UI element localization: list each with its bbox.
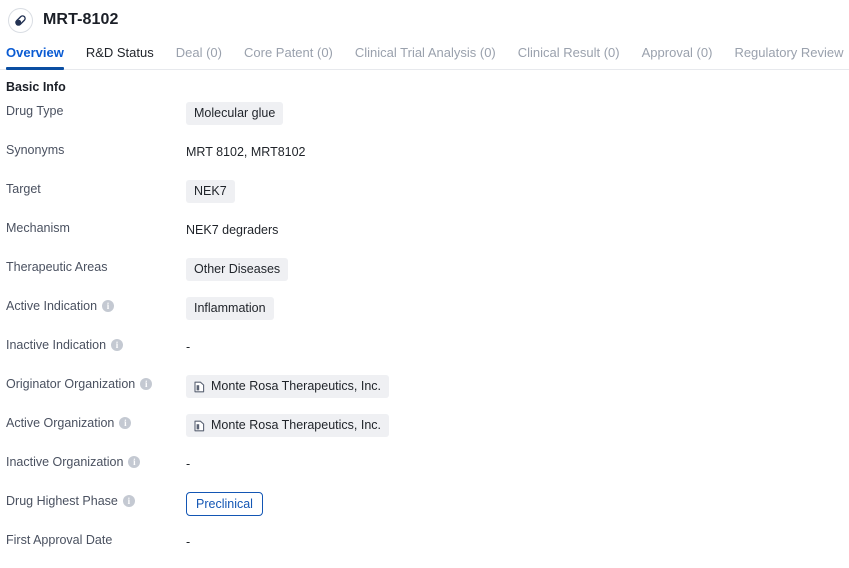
pill-capsule-icon (8, 7, 33, 33)
info-label: Drug Type (0, 100, 186, 119)
value-mechanism: NEK7 degraders (186, 222, 279, 237)
info-tooltip-icon[interactable]: i (122, 495, 135, 507)
info-label-text: Inactive Organization (6, 455, 124, 469)
tag-therapeutic-area[interactable]: Other Diseases (186, 258, 289, 281)
info-label-text: Active Organization (6, 416, 115, 430)
info-row-active-indication: Active Indication i Inflammation (0, 295, 849, 334)
info-label: Therapeutic Areas (0, 256, 186, 275)
info-tooltip-icon[interactable]: i (119, 417, 132, 429)
tag-drug-type[interactable]: Molecular glue (186, 102, 284, 125)
info-value: Molecular glue (186, 100, 849, 125)
info-value: Monte Rosa Therapeutics, Inc. (186, 412, 849, 437)
info-label-text: First Approval Date (6, 533, 113, 547)
info-label: Inactive Organization i (0, 451, 186, 470)
info-value: Monte Rosa Therapeutics, Inc. (186, 373, 849, 398)
value-inactive-organization: - (186, 456, 191, 471)
tag-originator-organization[interactable]: Monte Rosa Therapeutics, Inc. (186, 375, 389, 398)
info-tooltip-icon[interactable]: i (102, 300, 115, 312)
info-tooltip-icon[interactable]: i (128, 456, 141, 468)
info-label-text: Mechanism (6, 221, 70, 235)
info-value: Preclinical (186, 490, 849, 516)
info-value: MRT 8102, MRT8102 (186, 139, 849, 163)
page-header: MRT-8102 (0, 0, 849, 40)
value-synonyms: MRT 8102, MRT8102 (186, 144, 306, 159)
info-label: Inactive Indication i (0, 334, 186, 353)
info-value: NEK7 degraders (186, 217, 849, 241)
info-value: - (186, 529, 849, 553)
info-value: - (186, 451, 849, 475)
info-label: First Approval Date (0, 529, 186, 548)
info-row-inactive-organization: Inactive Organization i - (0, 451, 849, 490)
tab-overview[interactable]: Overview (6, 45, 64, 70)
info-label-text: Synonyms (6, 143, 65, 157)
info-row-first-approval-date: First Approval Date - (0, 529, 849, 568)
tab-deal[interactable]: Deal (0) (176, 45, 222, 69)
info-value: Other Diseases (186, 256, 849, 281)
info-row-therapeutic-areas: Therapeutic Areas Other Diseases (0, 256, 849, 295)
info-label-text: Target (6, 182, 41, 196)
info-label-text: Originator Organization (6, 377, 136, 391)
drug-highest-phase-button[interactable]: Preclinical (186, 492, 263, 516)
value-first-approval-date: - (186, 534, 191, 549)
tab-clinical-trial-analysis[interactable]: Clinical Trial Analysis (0) (355, 45, 496, 69)
info-row-active-organization: Active Organization i Monte Rosa Therape… (0, 412, 849, 451)
tag-target[interactable]: NEK7 (186, 180, 235, 203)
tag-active-organization[interactable]: Monte Rosa Therapeutics, Inc. (186, 414, 389, 437)
info-label: Active Indication i (0, 295, 186, 314)
info-row-synonyms: Synonyms MRT 8102, MRT8102 (0, 139, 849, 178)
info-label-text: Drug Highest Phase (6, 494, 118, 508)
info-label: Originator Organization i (0, 373, 186, 392)
info-label-text: Drug Type (6, 104, 64, 118)
info-value: NEK7 (186, 178, 849, 203)
info-row-drug-highest-phase: Drug Highest Phase i Preclinical (0, 490, 849, 529)
tab-clinical-result[interactable]: Clinical Result (0) (518, 45, 620, 69)
info-label-text: Active Indication (6, 299, 98, 313)
tab-core-patent[interactable]: Core Patent (0) (244, 45, 333, 69)
info-tooltip-icon[interactable]: i (140, 378, 153, 390)
organization-name: Monte Rosa Therapeutics, Inc. (211, 418, 381, 432)
info-row-drug-type: Drug Type Molecular glue (0, 100, 849, 139)
info-value: - (186, 334, 849, 358)
info-row-originator-organization: Originator Organization i Monte Rosa The… (0, 373, 849, 412)
info-label: Active Organization i (0, 412, 186, 431)
info-label-text: Inactive Indication (6, 338, 107, 352)
page-title: MRT-8102 (43, 11, 119, 28)
info-label: Synonyms (0, 139, 186, 158)
info-row-target: Target NEK7 (0, 178, 849, 217)
organization-name: Monte Rosa Therapeutics, Inc. (211, 379, 381, 393)
organization-doc-icon (194, 381, 205, 393)
tab-bar: Overview R&D Status Deal (0) Core Patent… (0, 40, 849, 70)
info-tooltip-icon[interactable]: i (111, 339, 124, 351)
info-label: Drug Highest Phase i (0, 490, 186, 509)
organization-doc-icon (194, 420, 205, 432)
info-value: Inflammation (186, 295, 849, 320)
info-row-inactive-indication: Inactive Indication i - (0, 334, 849, 373)
value-inactive-indication: - (186, 339, 191, 354)
info-label: Mechanism (0, 217, 186, 236)
info-label-text: Therapeutic Areas (6, 260, 108, 274)
section-title-basic-info: Basic Info (6, 80, 66, 94)
info-label: Target (0, 178, 186, 197)
tab-regulatory-review[interactable]: Regulatory Review (734, 45, 843, 69)
tab-rd-status[interactable]: R&D Status (86, 45, 154, 69)
info-row-mechanism: Mechanism NEK7 degraders (0, 217, 849, 256)
basic-info-table: Drug Type Molecular glue Synonyms MRT 81… (0, 100, 849, 568)
tab-approval[interactable]: Approval (0) (642, 45, 713, 69)
tag-active-indication[interactable]: Inflammation (186, 297, 274, 320)
